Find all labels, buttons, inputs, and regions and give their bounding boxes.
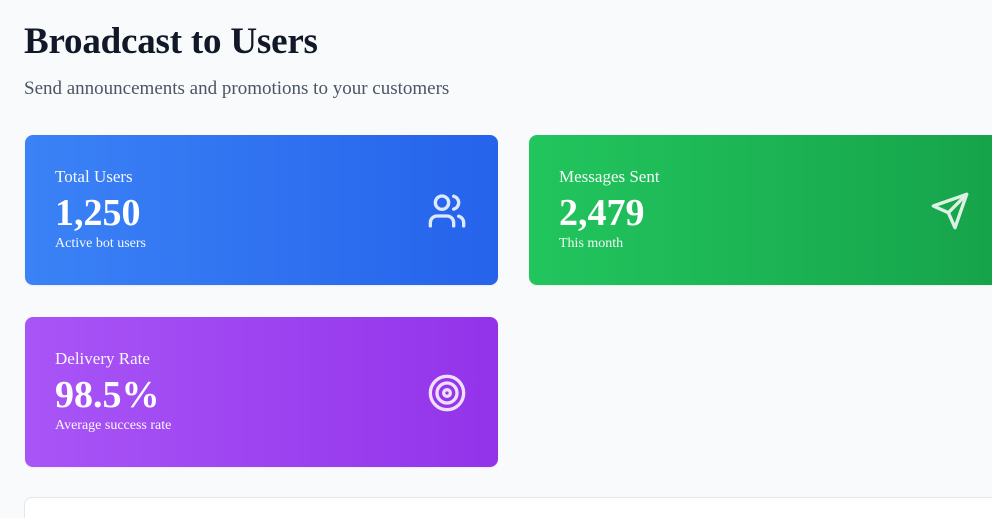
- page-title: Broadcast to Users: [24, 21, 318, 62]
- stat-value: 2,479: [559, 192, 645, 234]
- stat-sub: Active bot users: [55, 236, 146, 251]
- target-icon: [428, 374, 466, 412]
- stat-value: 1,250: [55, 192, 141, 234]
- stat-value: 98.5%: [55, 374, 160, 416]
- stat-label: Total Users: [55, 167, 133, 186]
- send-icon: [931, 192, 969, 230]
- stat-label: Messages Sent: [559, 167, 660, 186]
- stat-sub: This month: [559, 236, 624, 251]
- broadcast-form-panel: [24, 497, 992, 518]
- stat-card-total-users: Total Users 1,250 Active bot users: [25, 135, 498, 285]
- stat-label: Delivery Rate: [55, 349, 150, 368]
- page-subtitle: Send announcements and promotions to you…: [24, 78, 450, 99]
- users-icon: [428, 194, 466, 228]
- broadcast-page: Broadcast to Users Send announcements an…: [0, 0, 992, 518]
- stat-card-messages-sent: Messages Sent 2,479 This month: [529, 135, 992, 285]
- stat-card-delivery-rate: Delivery Rate 98.5% Average success rate: [25, 317, 498, 467]
- stat-sub: Average success rate: [55, 418, 172, 433]
